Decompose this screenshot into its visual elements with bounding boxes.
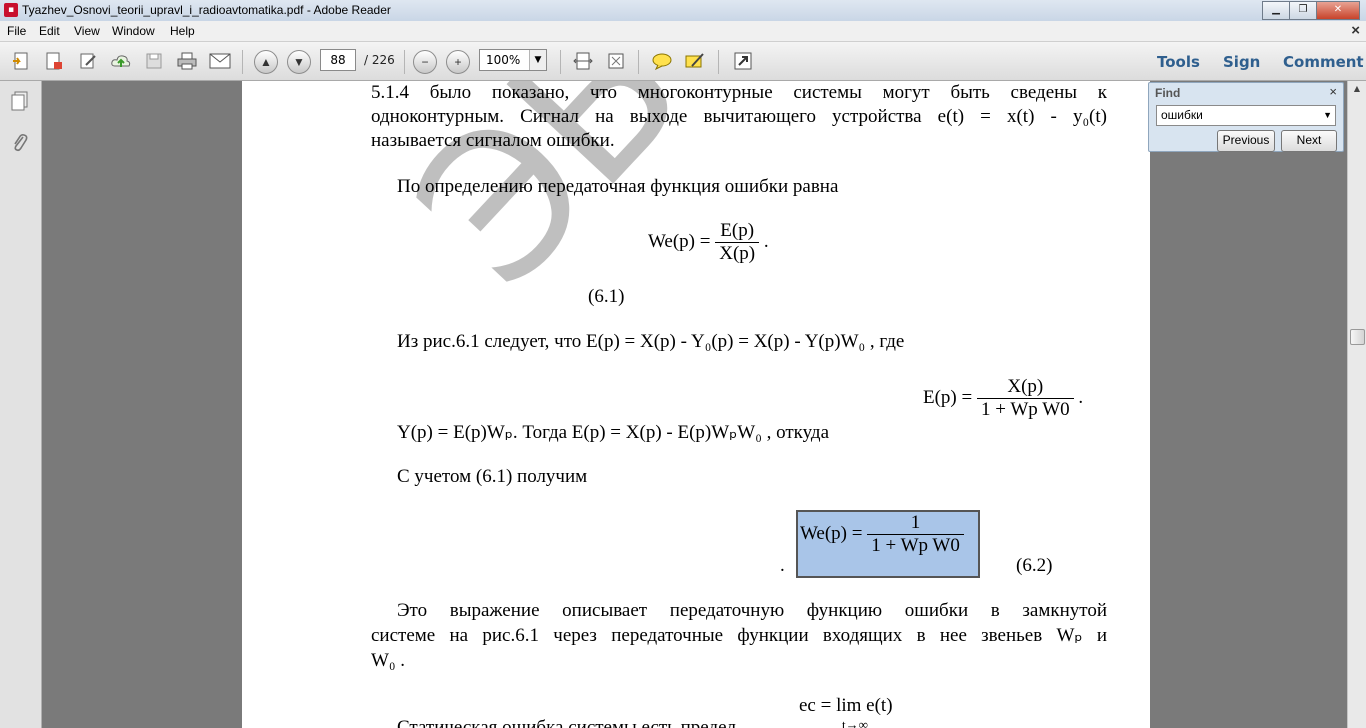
equation-6-1: We(p) = E(p) X(p) . [648, 220, 769, 265]
equation-tail: . [763, 230, 769, 252]
toolbar-separator [718, 50, 719, 74]
zoom-in-icon[interactable]: + [446, 50, 470, 74]
numerator: X(p) [976, 376, 1074, 399]
numerator: E(p) [715, 220, 760, 243]
fit-width-icon[interactable] [570, 49, 596, 73]
print-icon[interactable] [174, 49, 200, 73]
previous-page-icon[interactable]: ▲ [254, 50, 278, 74]
menu-edit[interactable]: Edit [39, 24, 60, 38]
find-label: Find [1155, 86, 1181, 100]
create-pdf-icon[interactable] [8, 49, 34, 73]
comment-pane-button[interactable]: Comment [1283, 53, 1364, 71]
paragraph: Из рис.6.1 следует, что E(p) = X(p) - Y₀… [397, 331, 905, 352]
upload-cloud-icon[interactable] [108, 49, 134, 73]
paragraph: По определению передаточная функция ошиб… [397, 176, 839, 197]
navigation-panel [0, 81, 42, 728]
menu-bar: File Edit View Window Help × [0, 21, 1366, 42]
adobe-reader-icon: ▪ [4, 3, 18, 17]
window-controls: ▁ ❐ ✕ [1262, 1, 1360, 20]
fraction: E(p) X(p) [715, 220, 760, 265]
page-number-input[interactable]: 88 [320, 49, 356, 71]
pdf-page: 5.1.4 было показано, что многоконтурные … [242, 81, 1299, 728]
equation-6-2: We(p) = 1 1 + Wp W0 [800, 512, 964, 557]
document-view[interactable]: 5.1.4 было показано, что многоконтурные … [42, 81, 1348, 728]
menu-window[interactable]: Window [112, 24, 155, 38]
menu-file[interactable]: File [7, 24, 26, 38]
paragraph-line: 5.1.4 было показано, что многоконтурные … [371, 82, 1107, 103]
minimize-button[interactable]: ▁ [1262, 1, 1290, 20]
scrollbar-thumb[interactable] [1350, 329, 1365, 345]
page-thumbnails-icon[interactable] [8, 89, 32, 113]
paragraph-line: Это выражение описывает передаточную фун… [397, 600, 1107, 621]
paragraph: С учетом (6.1) получим [397, 466, 588, 487]
paragraph-line: системе на рис.6.1 через передаточные фу… [371, 625, 1107, 646]
chevron-down-icon[interactable]: ▼ [1323, 106, 1332, 125]
paragraph: Y(p) = E(p)Wₚ. Тогда E(p) = X(p) - E(p)W… [397, 422, 830, 443]
sign-pane-button[interactable]: Sign [1223, 53, 1260, 71]
page-total: / 226 [364, 53, 395, 67]
numerator: 1 [867, 512, 964, 535]
equation-lhs: We(p) = [648, 230, 711, 252]
zoom-out-icon[interactable]: − [413, 50, 437, 74]
find-input[interactable]: ошибки ▼ [1156, 105, 1336, 126]
equation-lhs: E(p) = [923, 386, 973, 408]
chevron-down-icon[interactable]: ▼ [529, 50, 546, 70]
menu-view[interactable]: View [74, 24, 100, 38]
attachments-icon[interactable] [8, 131, 32, 155]
equation-lhs: We(p) = [800, 522, 863, 544]
equation-label: (6.2) [1016, 555, 1053, 576]
fit-page-icon[interactable] [603, 49, 629, 73]
equation-text: ec = lim e(t) [799, 695, 893, 716]
fraction: X(p) 1 + Wp W0 [976, 376, 1074, 421]
denominator: 1 + Wp W0 [871, 535, 960, 556]
edit-pdf-icon[interactable] [75, 49, 101, 73]
save-icon[interactable] [141, 49, 167, 73]
close-document-icon[interactable]: × [1351, 22, 1360, 39]
export-pdf-icon[interactable] [41, 49, 67, 73]
find-query: ошибки [1161, 108, 1203, 122]
window-title: Tyazhev_Osnovi_teorii_upravl_i_radioavto… [22, 3, 391, 17]
email-icon[interactable] [207, 49, 233, 73]
find-panel: Find × ошибки ▼ Previous Next [1148, 82, 1344, 152]
close-window-button[interactable]: ✕ [1316, 1, 1360, 20]
title-bar: ▪ Tyazhev_Osnovi_teorii_upravl_i_radioav… [0, 0, 1366, 22]
limit-subscript: t→∞ [842, 717, 868, 728]
paragraph-line: W₀ . [371, 650, 406, 671]
fraction: 1 1 + Wp W0 [867, 512, 964, 557]
paragraph-line: называется сигналом ошибки. [371, 130, 615, 151]
zoom-select[interactable]: 100% ▼ [479, 49, 547, 71]
find-next-button[interactable]: Next [1281, 130, 1337, 152]
denominator: 1 + Wp W0 [980, 399, 1070, 420]
scroll-up-icon[interactable]: ▲ [1348, 81, 1366, 97]
denominator: X(p) [719, 243, 756, 264]
sticky-note-icon[interactable] [649, 49, 675, 73]
highlight-text-icon[interactable] [682, 49, 708, 73]
paragraph-line: одноконтурным. Сигнал на выходе вычитающ… [371, 106, 1107, 127]
close-find-icon[interactable]: × [1329, 84, 1337, 99]
equation-tail: . [1078, 386, 1084, 408]
toolbar-separator [638, 50, 639, 74]
vertical-scrollbar[interactable]: ▲ [1347, 81, 1366, 728]
tools-pane-button[interactable]: Tools [1157, 53, 1200, 71]
menu-help[interactable]: Help [170, 24, 195, 38]
toolbar-separator [560, 50, 561, 74]
toolbar-separator [404, 50, 405, 74]
maximize-button[interactable]: ❐ [1289, 1, 1317, 20]
paragraph: Статическая ошибка системы есть предел [397, 717, 737, 728]
zoom-value: 100% [486, 53, 521, 67]
equation-tail: . [780, 555, 785, 576]
expand-icon[interactable] [730, 49, 756, 73]
equation-label: (6.1) [588, 286, 625, 307]
find-previous-button[interactable]: Previous [1217, 130, 1275, 152]
next-page-icon[interactable]: ▼ [287, 50, 311, 74]
equation-e-p: E(p) = X(p) 1 + Wp W0 . [923, 376, 1083, 421]
equation-static-error: ec = lim e(t) [799, 695, 893, 717]
toolbar-separator [242, 50, 243, 74]
